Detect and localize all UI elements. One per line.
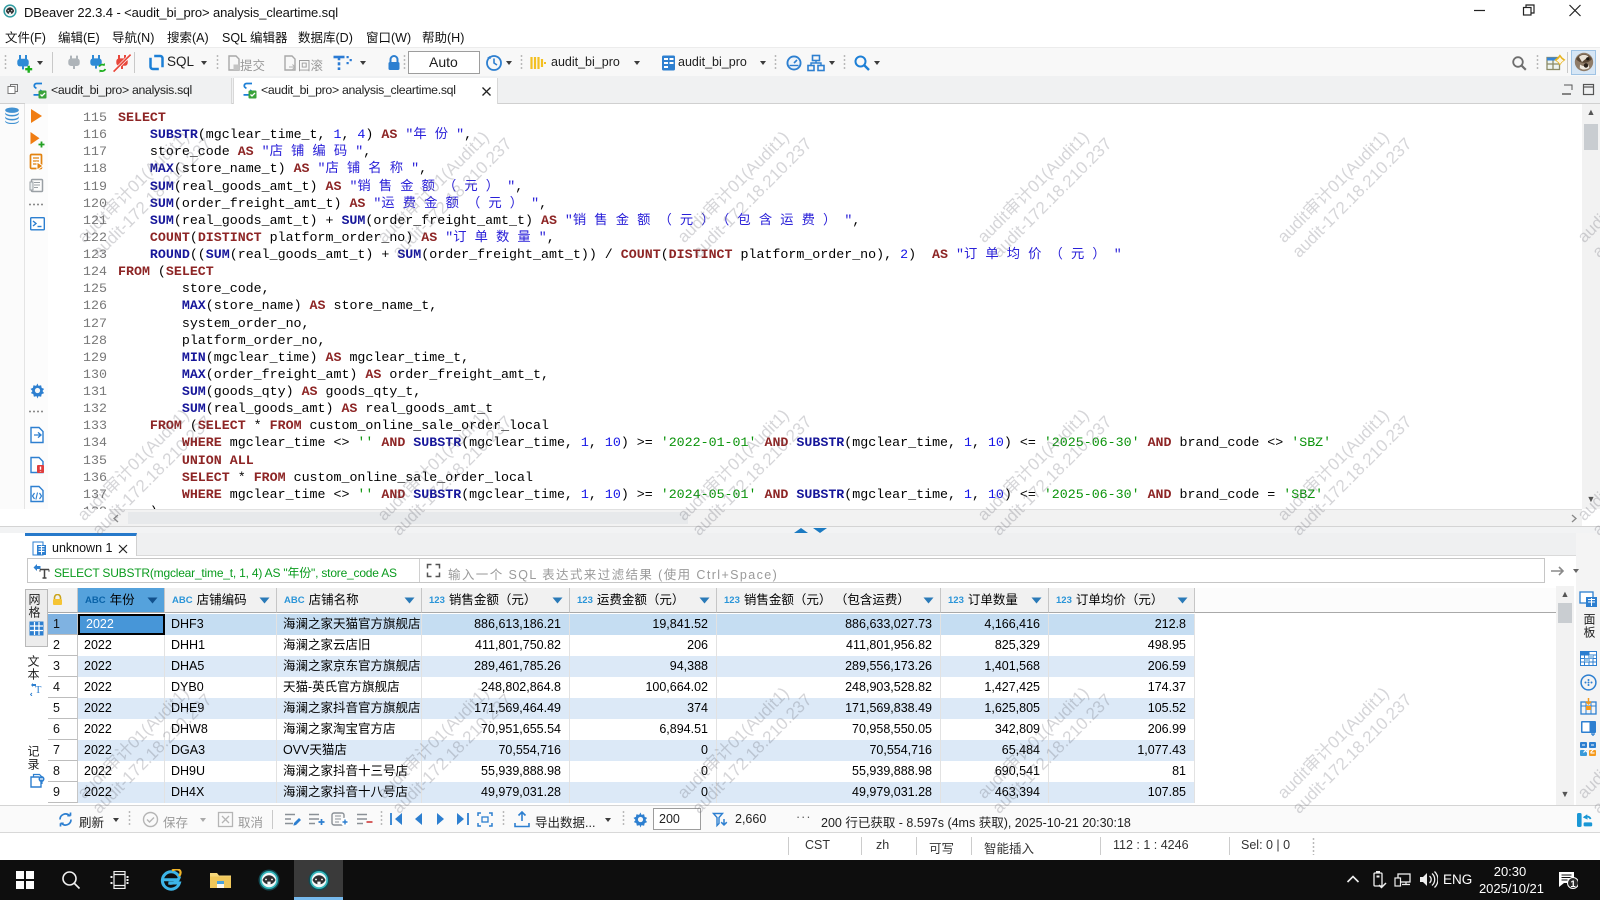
svg-text:T: T bbox=[35, 685, 42, 696]
svg-text:1: 1 bbox=[1570, 879, 1576, 889]
